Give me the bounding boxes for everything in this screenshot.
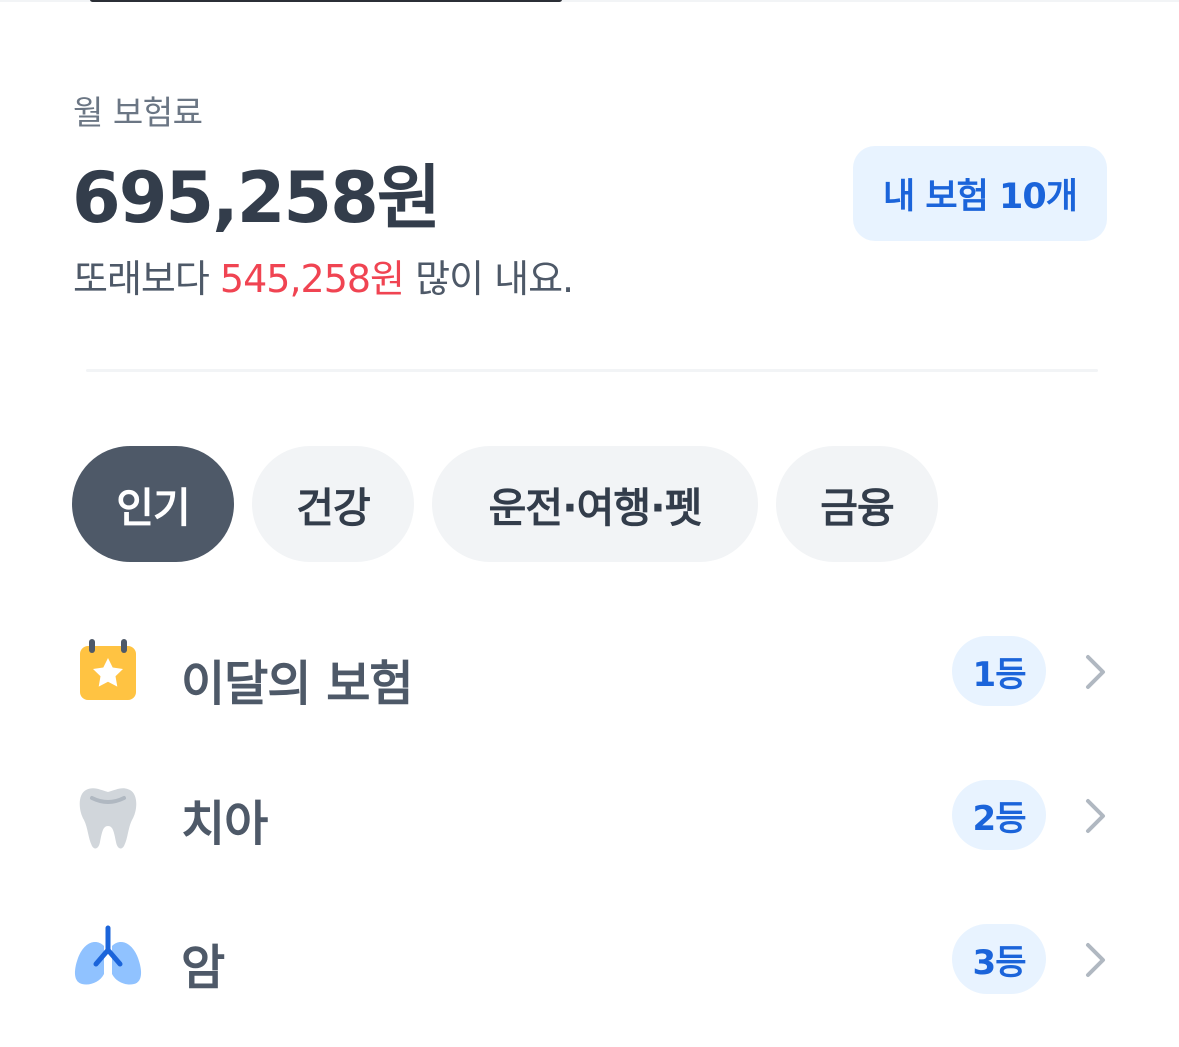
my-insurance-button[interactable]: 내 보험 10개 bbox=[853, 146, 1107, 241]
chevron-right-icon bbox=[1084, 942, 1108, 978]
tab-health[interactable]: 건강 bbox=[252, 446, 414, 562]
ranking-row-monthly[interactable]: 이달의 보험 1등 bbox=[0, 636, 1179, 736]
monthly-premium-amount: 695,258원 bbox=[72, 157, 441, 239]
comparison-difference: 545,258원 bbox=[219, 257, 405, 301]
comparison-prefix: 또래보다 bbox=[73, 257, 220, 301]
rank-badge: 1등 bbox=[952, 636, 1046, 706]
ranking-label: 이달의 보험 bbox=[181, 656, 414, 712]
tooth-icon bbox=[72, 780, 144, 852]
ranking-row-cancer[interactable]: 암 3등 bbox=[0, 924, 1179, 1024]
rank-badge: 2등 bbox=[952, 780, 1046, 850]
rank-badge: 3등 bbox=[952, 924, 1046, 994]
ranking-label: 치아 bbox=[181, 796, 268, 852]
comparison-suffix: 많이 내요. bbox=[404, 257, 574, 301]
ranking-row-dental[interactable]: 치아 2등 bbox=[0, 780, 1179, 880]
calendar-star-icon bbox=[72, 636, 144, 708]
tab-popular[interactable]: 인기 bbox=[72, 446, 234, 562]
tab-finance[interactable]: 금융 bbox=[776, 446, 938, 562]
peer-comparison-text: 또래보다 545,258원 많이 내요. bbox=[73, 248, 574, 303]
insurance-screen: 월 보험료 695,258원 또래보다 545,258원 많이 내요. 내 보험… bbox=[0, 0, 1179, 1047]
ranking-label: 암 bbox=[181, 940, 225, 996]
section-divider bbox=[86, 369, 1098, 372]
monthly-premium-label: 월 보험료 bbox=[73, 93, 203, 132]
scroll-indicator bbox=[90, 0, 562, 2]
chevron-right-icon bbox=[1084, 654, 1108, 690]
tab-driving-travel-pet[interactable]: 운전·여행·펫 bbox=[432, 446, 758, 562]
lungs-icon bbox=[72, 924, 144, 996]
chevron-right-icon bbox=[1084, 798, 1108, 834]
